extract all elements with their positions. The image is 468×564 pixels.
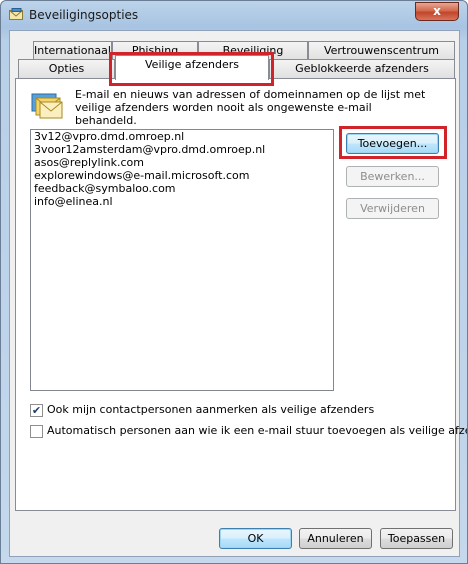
- tab-veilige-afzenders[interactable]: Veilige afzenders: [115, 55, 269, 80]
- tab-label: Internationaal: [34, 44, 111, 57]
- tab-internationaal[interactable]: Internationaal: [33, 41, 112, 60]
- tab-label: Vertrouwenscentrum: [323, 44, 440, 57]
- tab-vertrouwenscentrum[interactable]: Vertrouwenscentrum: [308, 41, 455, 60]
- list-item[interactable]: info@elinea.nl: [31, 195, 333, 208]
- envelopes-icon: [31, 93, 63, 119]
- panel-description: E-mail en nieuws van adressen of domeinn…: [75, 88, 426, 127]
- tab-opties[interactable]: Opties: [18, 59, 115, 78]
- edit-button[interactable]: Bewerken...: [346, 166, 439, 187]
- contacts-checkbox-label[interactable]: Ook mijn contactpersonen aanmerken als v…: [47, 403, 374, 416]
- tab-label: Veilige afzenders: [145, 58, 239, 71]
- auto-add-checkbox-label[interactable]: Automatisch personen aan wie ik een e-ma…: [47, 424, 467, 437]
- list-item[interactable]: 3voor12amsterdam@vpro.dmd.omroep.nl: [31, 143, 333, 156]
- apply-button[interactable]: Toepassen: [380, 528, 453, 549]
- safe-senders-list[interactable]: 3v12@vpro.dmd.omroep.nl 3voor12amsterdam…: [30, 129, 334, 391]
- tab-label: Geblokkeerde afzenders: [295, 62, 429, 75]
- window-title: Beveiligingsopties: [29, 8, 139, 22]
- tab-geblokkeerde-afzenders[interactable]: Geblokkeerde afzenders: [269, 59, 455, 78]
- title-bar[interactable]: Beveiligingsopties x: [1, 1, 467, 31]
- tab-label: Opties: [48, 62, 85, 75]
- remove-button[interactable]: Verwijderen: [346, 198, 439, 219]
- cancel-button[interactable]: Annuleren: [299, 528, 372, 549]
- ok-button[interactable]: OK: [219, 528, 292, 549]
- list-item[interactable]: explorewindows@e-mail.microsoft.com: [31, 169, 333, 182]
- contacts-checkbox[interactable]: ✔: [30, 404, 43, 417]
- close-icon: x: [433, 4, 441, 18]
- list-item[interactable]: 3v12@vpro.dmd.omroep.nl: [31, 130, 333, 143]
- close-button[interactable]: x: [415, 2, 459, 21]
- list-item[interactable]: asos@replylink.com: [31, 156, 333, 169]
- list-item[interactable]: feedback@symbaloo.com: [31, 182, 333, 195]
- app-icon: [9, 8, 23, 20]
- add-button[interactable]: Toevoegen...: [346, 133, 439, 154]
- checkmark-icon: ✔: [31, 404, 42, 417]
- dialog-window: Beveiligingsopties x Internationaal Phis…: [0, 0, 468, 564]
- auto-add-checkbox[interactable]: [30, 425, 43, 438]
